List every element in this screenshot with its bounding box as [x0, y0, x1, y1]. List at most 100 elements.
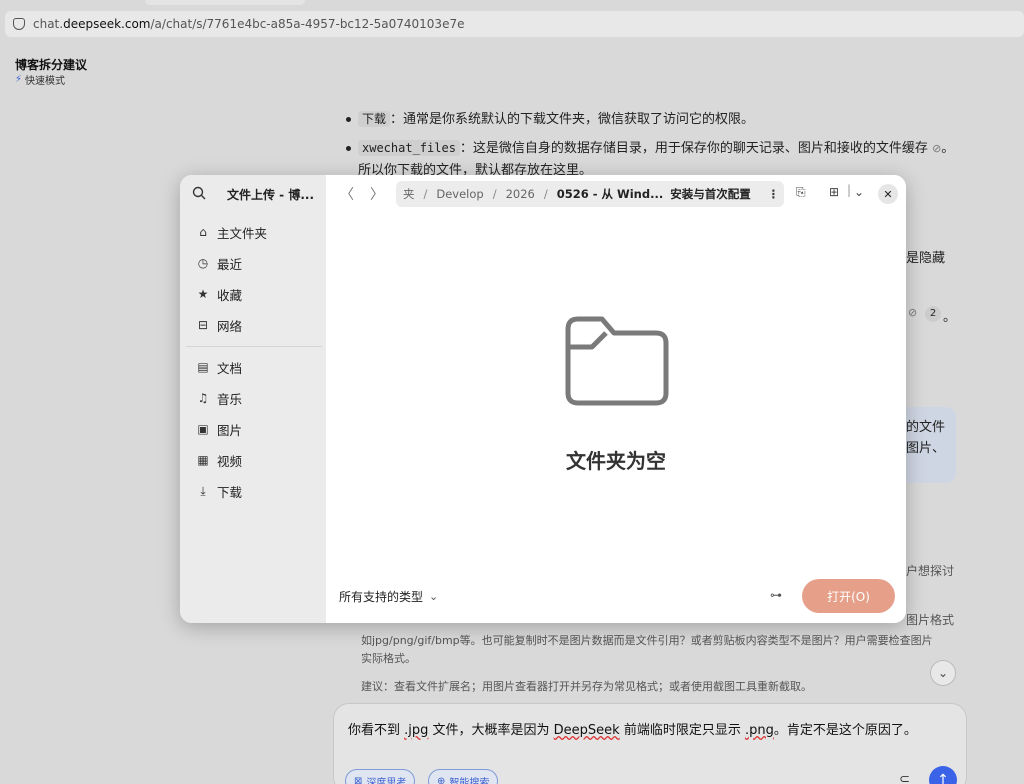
chat-mode: ⚡ 快速模式 [15, 72, 65, 87]
sidebar-item-label: 文档 [217, 360, 243, 376]
path-segment-current[interactable]: 0526 - 从 Wind... [550, 186, 670, 202]
path-separator: / [423, 187, 428, 201]
sidebar-item-label: 最近 [217, 256, 243, 272]
list-item: 下载 ：通常是你系统默认的下载文件夹，微信获取了访问它的权限。 [344, 108, 964, 131]
path-segment[interactable]: Develop [429, 187, 490, 201]
sidebar-item-label: 收藏 [217, 287, 243, 303]
deep-think-toggle[interactable]: ⊠ 深度思考 [345, 769, 416, 784]
text-fragment: 是隐藏 [906, 251, 946, 266]
inline-code: 下载 [358, 111, 391, 127]
path-menu-button[interactable]: ⋮ [758, 187, 784, 201]
download-icon: ⤓ [200, 483, 206, 498]
composer-input[interactable]: 你看不到 .jpg 文件，大概率是因为 DeepSeek 前端临时限定只显示 .… [348, 719, 917, 738]
filter-label: 所有支持的类型 [339, 590, 424, 604]
chevron-down-icon: ⌄ [429, 590, 439, 603]
atom-icon: ⊠ [354, 775, 363, 784]
path-segment[interactable]: 2026 [499, 187, 542, 201]
text-fragment: 。 [943, 310, 957, 325]
document-icon: ▤ [197, 360, 209, 374]
chat-mode-label: 快速模式 [25, 76, 66, 87]
star-icon: ★ [197, 287, 209, 301]
assistant-message: 下载 ：通常是你系统默认的下载文件夹，微信获取了访问它的权限。 xwechat_f… [344, 108, 964, 182]
search-icon[interactable] [192, 186, 206, 200]
home-icon: ⌂ [199, 225, 207, 239]
arrow-up-icon: ↑ [937, 772, 949, 784]
citation-badge[interactable]: 2 [925, 306, 941, 322]
path-separator: / [543, 187, 548, 201]
music-icon: ♫ [197, 391, 209, 405]
open-button[interactable]: 打开(O) [802, 579, 895, 613]
close-button[interactable]: ✕ [878, 184, 898, 204]
new-folder-icon[interactable]: ⎘ [796, 185, 806, 200]
forward-button[interactable]: 〉 [370, 184, 384, 204]
address-bar[interactable]: chat. deepseek.com/a/chat/s/7761e4bc-a85a… [5, 11, 1024, 37]
reasoning-line: 如jpg/png/gif/bmp等。也可能复制时不是图片数据而是文件引用？或者剪… [361, 634, 933, 647]
globe-icon: ⊕ [437, 775, 446, 784]
composer-text: 你看不到 [348, 723, 405, 738]
sidebar-item[interactable]: ★ 收藏 [196, 282, 242, 306]
path-segment[interactable]: 安装与首次配置 [670, 186, 758, 202]
url-path: /a/chat/s/7761e4bc-a85a-4957-bc12-5a0740… [150, 17, 465, 31]
toolbar-divider: | [847, 183, 852, 197]
sidebar-item[interactable]: ◷ 最近 [196, 251, 242, 275]
back-button[interactable]: 〈 [340, 184, 354, 204]
sidebar-item[interactable]: ▣ 图片 [196, 417, 242, 441]
web-search-toggle[interactable]: ⊕ 智能搜索 [428, 769, 499, 784]
sidebar-item[interactable]: ▦ 视频 [196, 448, 242, 472]
composer-text: .jpg [404, 723, 429, 738]
places-sidebar: 文件上传 - 博... ⌂ 主文件夹 ◷ 最近 ★ 收藏 ⊟ 网络 ▤ 文档 ♫ 音乐 ▣ 图片 ▦ 视频 ⤓ 下… [180, 175, 326, 623]
sidebar-item[interactable]: ♫ 音乐 [196, 386, 242, 410]
composer-text: 。肯定不是这个原因了。 [773, 723, 917, 738]
link-icon[interactable]: ⊘ [932, 142, 941, 155]
reasoning-line: 建议：查看文件扩展名；用图片查看器打开并另存为常见格式；或者使用截图工具重新截取… [361, 680, 812, 693]
list-item-tail: 。 [941, 141, 955, 156]
chevron-down-icon[interactable]: ⌄ [854, 185, 864, 199]
text-fragment: 图片、 [906, 441, 946, 456]
empty-folder-message: 文件夹为空 [566, 449, 666, 473]
scroll-down-button[interactable]: ⌄ [930, 660, 956, 686]
attach-icon[interactable]: ⊂ [899, 772, 910, 784]
list-item-text: ：通常是你系统默认的下载文件夹，微信获取了访问它的权限。 [390, 112, 755, 127]
sidebar-item[interactable]: ⤓ 下载 [196, 479, 242, 503]
sidebar-item[interactable]: ⌂ 主文件夹 [196, 220, 267, 244]
text-fragment: 户想探讨 [906, 564, 955, 578]
url-prefix: chat. [33, 17, 64, 31]
chat-title: 博客拆分建议 [15, 58, 88, 72]
chip-label: 智能搜索 [449, 777, 490, 784]
link-icon[interactable]: ⊘ [908, 306, 917, 319]
sidebar-item-label: 主文件夹 [217, 225, 268, 241]
network-icon: ⊟ [197, 318, 209, 332]
site-security-icon[interactable] [13, 18, 25, 30]
options-icon[interactable]: ⊶ [770, 588, 782, 602]
clock-icon: ◷ [197, 256, 209, 270]
composer-text: 前端临时限定只显示 [619, 723, 745, 738]
picture-icon: ▣ [197, 422, 209, 436]
path-segment[interactable]: 夹 [396, 186, 422, 202]
sidebar-item-label: 音乐 [217, 391, 243, 407]
dialog-title: 文件上传 - 博... [227, 188, 315, 202]
composer-text: .png [744, 723, 774, 738]
video-icon: ▦ [197, 453, 209, 467]
composer-text: 文件，大概率是因为 [428, 723, 554, 738]
close-icon: ✕ [883, 187, 893, 201]
text-fragment: 的文件 [906, 420, 946, 435]
chip-label: 深度思考 [366, 777, 407, 784]
inline-code: xwechat_files [358, 140, 460, 156]
send-button[interactable]: ↑ [929, 766, 957, 784]
sidebar-item-label: 视频 [217, 453, 243, 469]
path-bar[interactable]: 夹 / Develop/ 2026/ 0526 - 从 Wind... 安装与首次… [396, 181, 784, 207]
sidebar-item[interactable]: ⊟ 网络 [196, 313, 242, 337]
file-type-filter[interactable]: 所有支持的类型 ⌄ [339, 588, 438, 605]
message-composer[interactable]: 你看不到 .jpg 文件，大概率是因为 DeepSeek 前端临时限定只显示 .… [333, 703, 967, 784]
bolt-icon: ⚡ [15, 74, 23, 85]
sidebar-item[interactable]: ▤ 文档 [196, 355, 242, 379]
file-upload-dialog: 文件上传 - 博... ⌂ 主文件夹 ◷ 最近 ★ 收藏 ⊟ 网络 ▤ 文档 ♫ 音乐 ▣ 图片 ▦ 视频 ⤓ 下… [180, 175, 906, 623]
composer-text: DeepSeek [553, 723, 620, 738]
url-host: deepseek.com [63, 17, 151, 31]
sidebar-item-label: 下载 [217, 484, 243, 500]
chevron-down-icon: ⌄ [937, 666, 949, 680]
sidebar-divider [186, 346, 322, 347]
tab-strip [145, 0, 305, 5]
path-separator: / [492, 187, 497, 201]
grid-view-icon[interactable]: ⊞ [829, 185, 839, 199]
